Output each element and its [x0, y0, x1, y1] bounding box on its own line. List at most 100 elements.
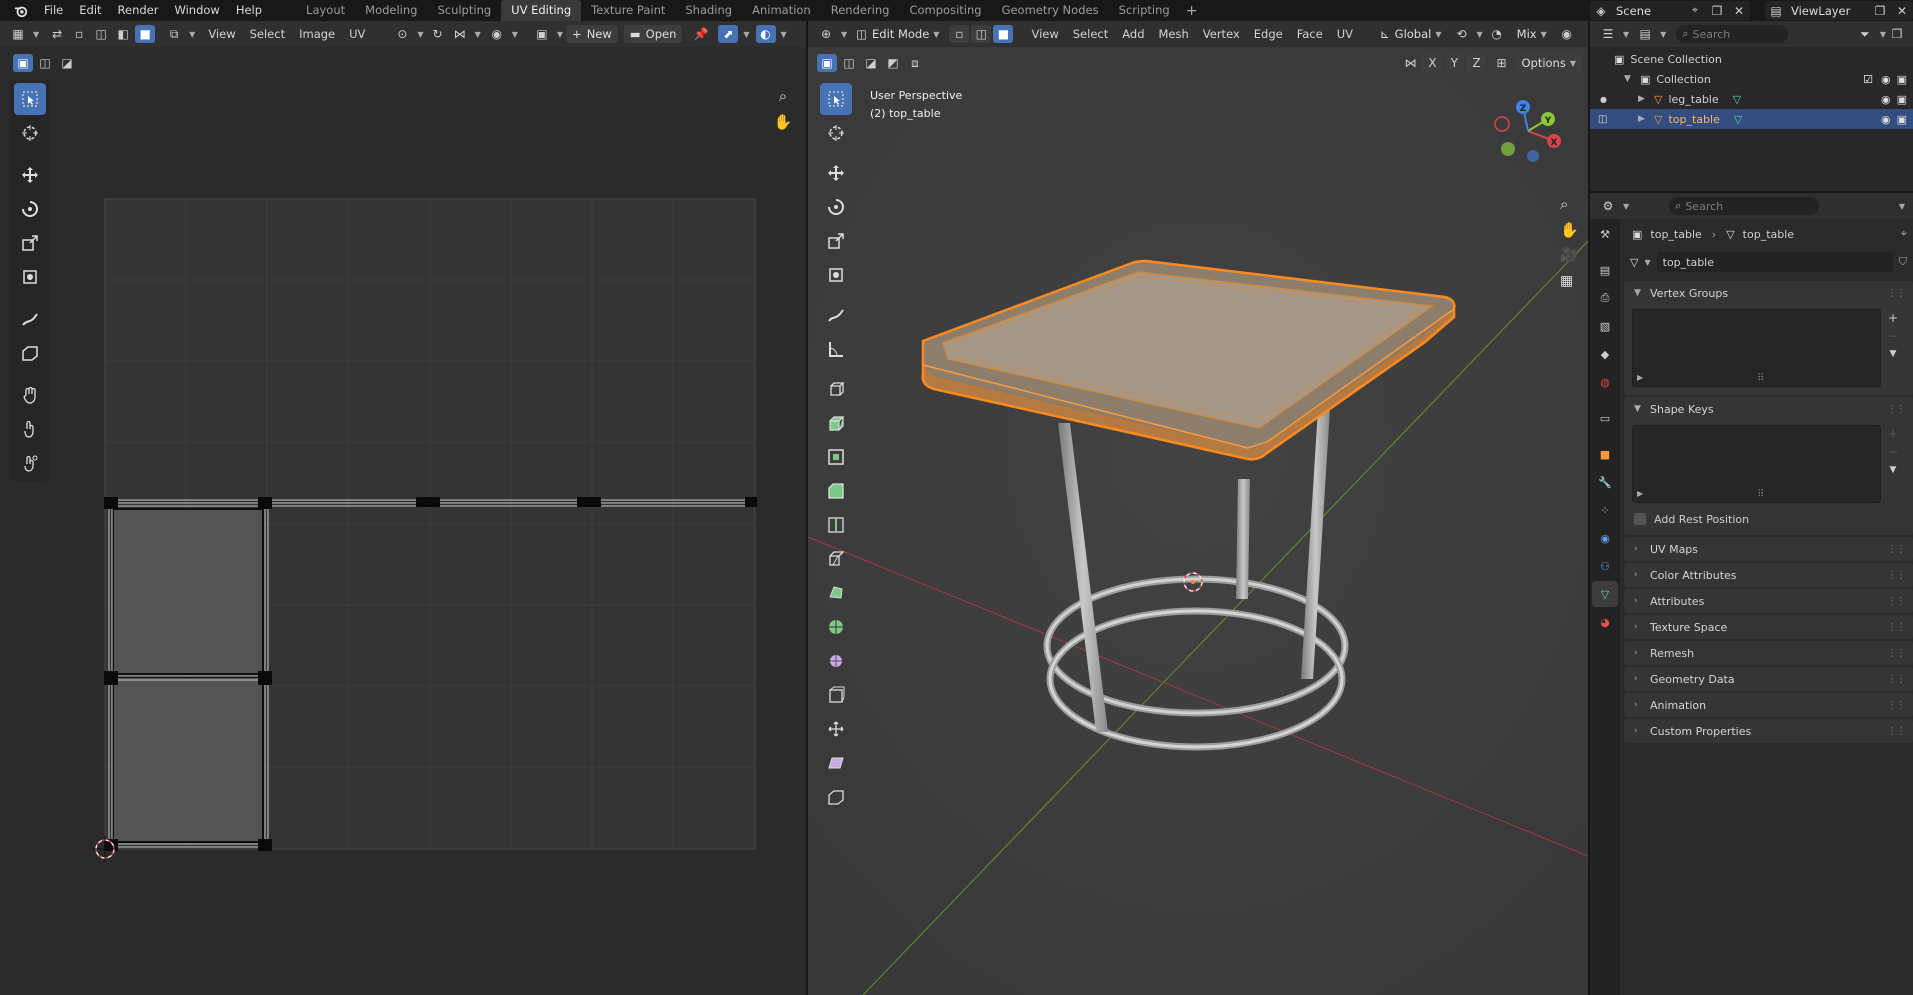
cursor-tool-icon[interactable] [820, 117, 852, 149]
eye-icon[interactable]: ◉ [1881, 113, 1891, 126]
world-tab-icon[interactable]: ◍ [1592, 369, 1618, 395]
smooth-tool-icon[interactable] [820, 645, 852, 677]
tab-texture-paint[interactable]: Texture Paint [581, 0, 675, 21]
add-cube-tool-icon[interactable] [820, 373, 852, 405]
pin-icon[interactable]: 📌 [691, 25, 711, 43]
snap-toggle-icon[interactable]: ◔ [1487, 25, 1507, 43]
collection-tab-icon[interactable]: ▭ [1592, 405, 1618, 431]
transform-tool-icon[interactable] [820, 259, 852, 291]
mesh-data-icon[interactable]: ▽ [1630, 256, 1638, 269]
vp-menu-view[interactable]: View [1024, 21, 1065, 47]
select-invert-icon[interactable]: ◩ [883, 54, 903, 72]
properties-search-field[interactable]: ⌕ Search [1669, 197, 1820, 215]
new-scene-icon[interactable]: ❐ [1707, 2, 1727, 20]
rotate-tool-icon[interactable] [14, 193, 46, 225]
tree-item-top-table[interactable]: ◫ ▶ ▽ top_table ▽ ◉ ▣ [1590, 109, 1913, 129]
tab-modeling[interactable]: Modeling [355, 0, 427, 21]
mirror-z-toggle[interactable]: Z [1466, 54, 1487, 72]
outliner-editor-type-icon[interactable]: ☰ [1598, 25, 1618, 43]
chevron-down-icon[interactable]: ▼ [781, 30, 787, 39]
image-browse-icon[interactable]: ▣ [532, 25, 552, 43]
new-image-button[interactable]: + New [566, 25, 618, 43]
chevron-down-icon[interactable]: ▼ [33, 30, 39, 39]
uv-pan-icon[interactable]: ✋ [772, 113, 794, 135]
new-view-layer-icon[interactable]: ❐ [1870, 2, 1890, 20]
vp-menu-vertex[interactable]: Vertex [1196, 21, 1247, 47]
rotate-tool-icon[interactable] [820, 191, 852, 223]
edge-slide-tool-icon[interactable] [820, 679, 852, 711]
select-subtract-icon[interactable]: ◪ [861, 54, 881, 72]
open-image-button[interactable]: ▬ Open [623, 25, 683, 43]
chevron-right-icon[interactable]: ▶ [1638, 94, 1646, 104]
camera-icon[interactable]: ▣ [1897, 113, 1907, 126]
mirror-icon[interactable]: ⋈ [1400, 54, 1420, 72]
menu-edit[interactable]: Edit [71, 0, 109, 21]
gizmo-neg-y-axis[interactable] [1501, 142, 1515, 156]
chevron-down-icon[interactable]: ▼ [1880, 30, 1886, 39]
panel-header-shape-keys[interactable]: ▼ Shape Keys ⋮⋮ [1624, 397, 1913, 421]
panel-header-vertex-groups[interactable]: ▼ Vertex Groups ⋮⋮ [1624, 281, 1913, 305]
drag-handle-icon[interactable]: ⋮⋮ [1887, 674, 1906, 685]
bevel-tool-icon[interactable] [820, 475, 852, 507]
navigation-gizmo[interactable]: X Y Z [1488, 91, 1568, 171]
object-tab-icon[interactable]: ■ [1592, 441, 1618, 467]
sync-selection-icon[interactable]: ⇄ [47, 25, 67, 43]
mode-selector[interactable]: ◫ Edit Mode ▼ [850, 25, 945, 43]
vertex-groups-list[interactable]: ▶ ⠿ [1632, 309, 1881, 387]
eye-icon[interactable]: ◉ [1881, 93, 1891, 106]
camera-icon[interactable]: ▣ [1897, 93, 1907, 106]
remove-vertex-group-button[interactable]: − [1883, 327, 1903, 345]
panel-geometry-data[interactable]: › Geometry Data ⋮⋮ [1624, 667, 1913, 691]
panel-animation[interactable]: › Animation ⋮⋮ [1624, 693, 1913, 717]
transform-tool-icon[interactable] [14, 261, 46, 293]
vp-menu-add[interactable]: Add [1115, 21, 1151, 47]
constraints-tab-icon[interactable]: ⚇ [1592, 553, 1618, 579]
chevron-down-icon[interactable]: ▼ [743, 30, 749, 39]
select-subtract-icon[interactable]: ◪ [57, 54, 77, 72]
gizmo-neg-z-axis[interactable] [1527, 150, 1539, 162]
tree-item-leg-table[interactable]: ● ▶ ▽ leg_table ▽ ◉ ▣ [1590, 89, 1913, 109]
uv-menu-uv[interactable]: UV [342, 21, 372, 47]
select-extend-icon[interactable]: ◫ [839, 54, 859, 72]
fake-user-shield-icon[interactable]: ⛉ [1899, 255, 1907, 269]
tab-uv-editing[interactable]: UV Editing [501, 0, 582, 21]
face-select-icon[interactable]: ◧ [113, 25, 133, 43]
resize-grip-icon[interactable]: ⠿ [1757, 489, 1764, 500]
outliner-search-field[interactable]: ⌕ Search [1676, 25, 1789, 43]
grab-tool-icon[interactable] [14, 379, 46, 411]
view-layer-selector[interactable]: ▤ ViewLayer ❐ ✕ [1765, 1, 1913, 20]
relax-tool-icon[interactable] [14, 413, 46, 445]
close-icon[interactable]: ✕ [1729, 2, 1749, 20]
vertex-select-mode-icon[interactable]: ▫ [949, 25, 970, 43]
gizmo-toggle-icon[interactable]: ⬈ [718, 25, 739, 43]
tab-rendering[interactable]: Rendering [821, 0, 900, 21]
chevron-down-icon[interactable]: ▼ [189, 30, 195, 39]
view-layer-tab-icon[interactable]: ▧ [1592, 313, 1618, 339]
menu-render[interactable]: Render [110, 0, 167, 21]
chevron-down-icon[interactable]: ▼ [1660, 30, 1666, 39]
drag-handle-icon[interactable]: ⋮⋮ [1887, 648, 1906, 659]
proportional-editing-icon[interactable]: ◉ [1557, 25, 1577, 43]
pin-icon[interactable]: ⌖ [1685, 2, 1705, 20]
tree-item-scene-collection[interactable]: ▣ Scene Collection [1590, 49, 1913, 69]
select-new-icon[interactable]: ▣ [13, 54, 33, 72]
pivot-point-icon[interactable]: ⟲ [1452, 25, 1472, 43]
edge-select-mode-icon[interactable]: ◫ [971, 25, 992, 43]
add-rest-position-row[interactable]: Add Rest Position [1624, 507, 1913, 531]
spin-tool-icon[interactable] [820, 611, 852, 643]
select-box-icon[interactable] [820, 83, 852, 115]
vp-menu-select[interactable]: Select [1066, 21, 1115, 47]
chevron-down-icon[interactable]: ▼ [512, 30, 518, 39]
snap-target-selector[interactable]: Mix ▼ [1511, 25, 1553, 43]
pin-icon[interactable]: ⌖ [1901, 227, 1907, 241]
options-button[interactable]: Options ▼ [1515, 54, 1582, 72]
island-select-icon[interactable]: ■ [135, 25, 156, 43]
drag-handle-icon[interactable]: ⋮⋮ [1887, 726, 1906, 737]
drag-handle-icon[interactable]: ⋮⋮ [1887, 622, 1906, 633]
transform-orientation-selector[interactable]: ⊾ Global ▼ [1374, 25, 1447, 43]
panel-uv-maps[interactable]: › UV Maps ⋮⋮ [1624, 537, 1913, 561]
tab-animation[interactable]: Animation [742, 0, 821, 21]
ortho-toggle-icon[interactable]: ▦ [1560, 273, 1573, 289]
rip-region-tool-icon[interactable] [820, 781, 852, 813]
new-collection-icon[interactable]: ❐ [1887, 25, 1907, 43]
